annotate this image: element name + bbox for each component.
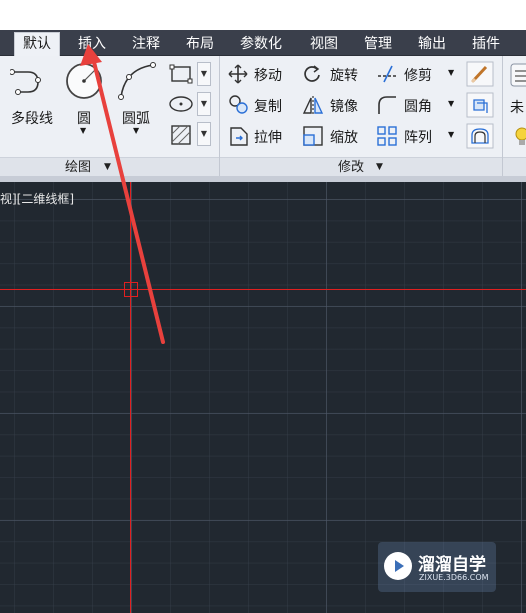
annotation-arrow-icon (80, 44, 165, 344)
